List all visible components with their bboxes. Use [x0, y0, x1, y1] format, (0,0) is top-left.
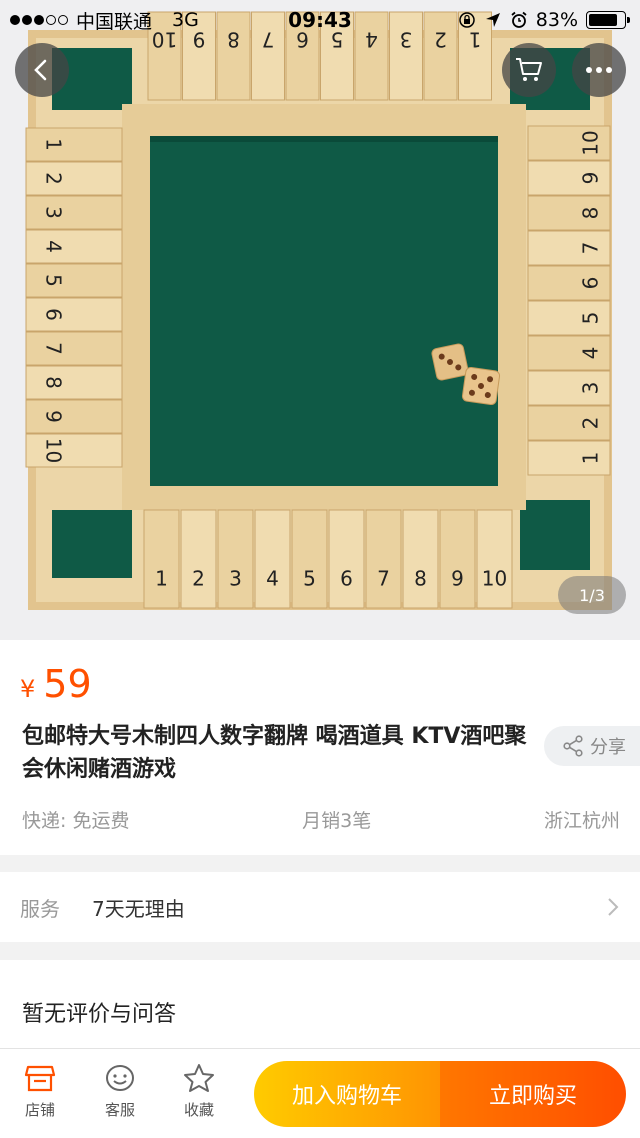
share-label: 分享	[590, 737, 626, 758]
status-time: 09:43	[288, 8, 352, 32]
board-tile-number: 7	[579, 242, 603, 255]
alarm-icon	[511, 11, 527, 28]
board-tile-number: 9	[451, 567, 464, 591]
board-tile	[439, 509, 476, 609]
board-tile	[476, 509, 513, 609]
battery-icon	[586, 11, 630, 29]
product-meta: 快递: 免运费 月销3笔 浙江杭州	[22, 806, 620, 833]
price-currency: ¥	[20, 675, 36, 703]
rotation-lock-icon	[459, 12, 475, 28]
board-tile	[25, 229, 123, 264]
board-tile	[25, 195, 123, 230]
board-tile-number: 6	[42, 308, 66, 321]
favorite-label: 收藏	[183, 1101, 214, 1119]
more-icon	[586, 67, 612, 73]
more-button[interactable]	[572, 43, 626, 97]
cart-button[interactable]	[502, 43, 556, 97]
smile-face-icon	[106, 1065, 134, 1091]
board-tile-number: 5	[303, 567, 316, 591]
carrier-name: 中国联通	[76, 10, 153, 33]
board-tile	[217, 509, 254, 609]
battery-percent: 83%	[535, 9, 578, 31]
board-tile-number: 10	[42, 438, 66, 463]
board-tile-number: 9	[579, 172, 603, 185]
product-photo: 10 9 8 7 6 5 4 3 2 1 1 2 3 4 5 6 7 8 9 10 12345678910 1098…	[0, 0, 640, 640]
board-tile	[291, 509, 328, 609]
board-tile	[25, 365, 123, 400]
board-tile-number: 6	[340, 567, 353, 591]
board-tile	[143, 509, 180, 609]
price: ¥ 59	[20, 662, 92, 706]
board-tile-number: 4	[42, 240, 66, 253]
board-tile-number: 5	[42, 274, 66, 287]
board-tile-number: 1	[155, 567, 168, 591]
board-tile-number: 3	[229, 567, 242, 591]
board-tile	[25, 433, 123, 468]
service-row[interactable]: 服务 7天无理由	[0, 872, 640, 942]
seller-location: 浙江杭州	[543, 810, 620, 832]
product-image-carousel[interactable]: 10 9 8 7 6 5 4 3 2 1 1 2 3 4 5 6 7 8 9 10 1 2 3 4 5 6 7 8 9 10 10 9 8…	[0, 0, 640, 640]
board-tile	[25, 161, 123, 196]
status-bar: 中国联通 3G 09:43 83%	[0, 0, 640, 40]
bottom-action-bar: 店铺 客服 收藏 加入购物车 立即购买	[0, 1048, 640, 1138]
chevron-right-icon	[608, 898, 619, 916]
store-label: 店铺	[24, 1101, 55, 1119]
board-tile-number: 7	[377, 567, 390, 591]
back-button[interactable]	[15, 43, 69, 97]
board-tile-number: 8	[42, 376, 66, 389]
board-tile	[254, 509, 291, 609]
service-label: 服务	[20, 896, 60, 921]
chevron-left-icon	[34, 59, 47, 81]
shipping-info: 快递: 免运费	[22, 810, 130, 832]
product-title: 包邮特大号木制四人数字翻牌 喝酒道具 KTV酒吧聚会休闲赌酒游戏	[22, 724, 527, 782]
board-tile-number: 8	[414, 567, 427, 591]
customer-service-label: 客服	[104, 1101, 135, 1119]
buy-now-button[interactable]: 立即购买	[440, 1061, 626, 1127]
board-tile	[180, 509, 217, 609]
board-tile	[328, 509, 365, 609]
customer-service-tab[interactable]: 客服	[90, 1063, 150, 1120]
monthly-sales: 月销3笔	[302, 810, 372, 832]
board-tile-number: 1	[579, 452, 603, 465]
board-tile	[25, 127, 123, 162]
store-icon	[24, 1065, 56, 1092]
board-tile-number: 10	[579, 130, 603, 155]
board-tile	[25, 263, 123, 298]
product-info: ¥ 59 包邮特大号木制四人数字翻牌 喝酒道具 KTV酒吧聚会休闲赌酒游戏 分享…	[0, 640, 640, 855]
store-tab[interactable]: 店铺	[10, 1063, 70, 1120]
favorite-tab[interactable]: 收藏	[169, 1063, 229, 1120]
reviews-section: 暂无评价与问答	[0, 960, 640, 1060]
service-value: 7天无理由	[92, 896, 185, 921]
board-tile-number: 2	[42, 172, 66, 185]
board-tile-number: 1	[42, 138, 66, 151]
signal-strength-icon	[10, 15, 68, 25]
cart-icon	[516, 58, 542, 81]
board-tile	[402, 509, 439, 609]
board-tile-number: 6	[579, 277, 603, 290]
image-counter: 1/3	[558, 576, 626, 614]
board-tile-number: 5	[579, 312, 603, 325]
board-tile-number: 4	[579, 347, 603, 360]
board-tile	[25, 331, 123, 366]
board-tile-number: 3	[579, 382, 603, 395]
share-icon	[563, 735, 583, 757]
board-tile-number: 2	[579, 417, 603, 430]
board-tile	[365, 509, 402, 609]
star-icon	[184, 1064, 214, 1092]
board-tile-number: 8	[579, 207, 603, 220]
location-icon	[485, 13, 500, 27]
board-tile-number: 7	[42, 342, 66, 355]
board-tile	[25, 297, 123, 332]
board-tile-number: 3	[42, 206, 66, 219]
board-tile-number: 2	[192, 567, 205, 591]
price-value: 59	[43, 662, 92, 706]
network-type: 3G	[172, 9, 199, 31]
share-button[interactable]: 分享	[544, 726, 640, 766]
reviews-heading: 暂无评价与问答	[22, 1002, 177, 1027]
board-tile-number: 9	[42, 410, 66, 423]
board-tile-number: 10	[482, 567, 507, 591]
board-tile	[25, 399, 123, 434]
add-to-cart-button[interactable]: 加入购物车	[254, 1061, 440, 1127]
board-tile-number: 4	[266, 567, 279, 591]
